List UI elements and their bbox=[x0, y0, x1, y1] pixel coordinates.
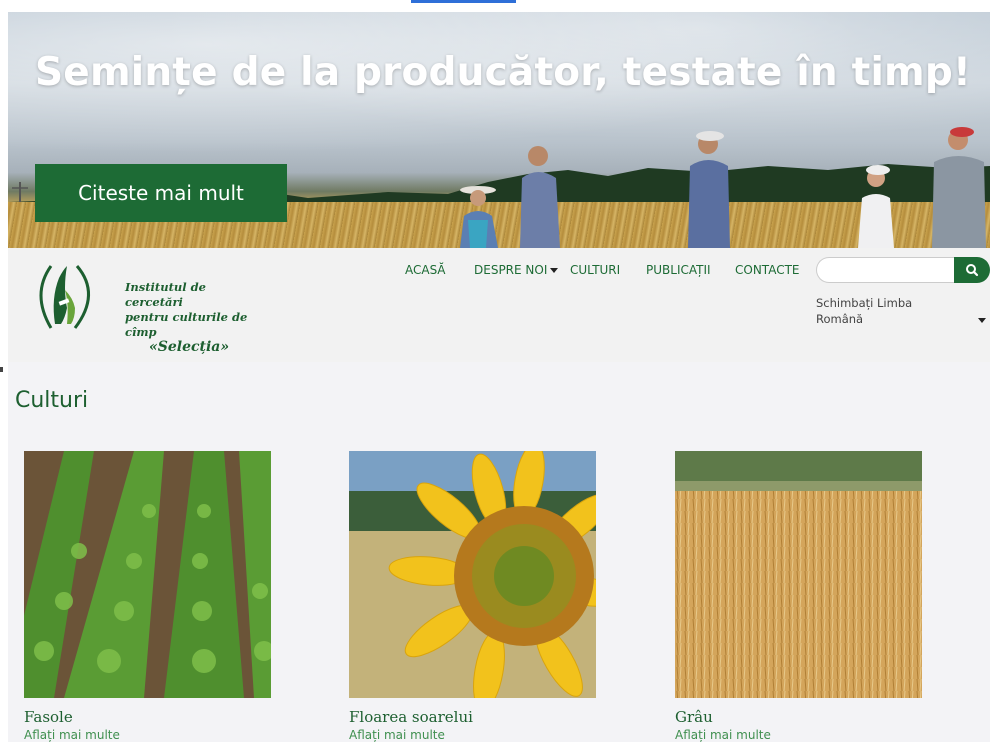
read-more-button[interactable]: Citeste mai mult bbox=[35, 164, 287, 222]
search-input[interactable] bbox=[816, 257, 961, 283]
search-button[interactable] bbox=[954, 257, 990, 283]
crop-name[interactable]: Floarea soarelui bbox=[349, 708, 596, 726]
logo-line-3: «Selecția» bbox=[149, 339, 230, 355]
crop-image-fasole[interactable] bbox=[24, 451, 271, 698]
search-form bbox=[816, 257, 990, 283]
nav-item-label: DESPRE NOI bbox=[474, 263, 548, 277]
search-icon bbox=[966, 264, 979, 277]
language-select[interactable]: Română bbox=[816, 312, 990, 330]
language-label: Schimbați Limba bbox=[816, 296, 913, 310]
crop-image-floarea-soarelui[interactable] bbox=[349, 451, 596, 698]
logo-text: Institutul de cercetări pentru culturile… bbox=[125, 280, 259, 355]
top-accent-line bbox=[411, 0, 516, 3]
main-content: Culturi Fasole Aflați mai multe Floarea … bbox=[8, 362, 990, 742]
crop-image-grau[interactable] bbox=[675, 451, 922, 698]
chevron-down-icon bbox=[550, 268, 559, 273]
crop-name[interactable]: Grâu bbox=[675, 708, 922, 726]
hero-headline: Semințe de la producător, testate în tim… bbox=[35, 50, 971, 95]
site-header: Institutul de cercetări pentru culturile… bbox=[8, 248, 990, 362]
crop-card-fasole: Fasole Aflați mai multe bbox=[24, 451, 271, 742]
learn-more-link[interactable]: Aflați mai multe bbox=[349, 728, 596, 742]
nav-item-contacte[interactable]: CONTACTE bbox=[735, 263, 800, 277]
left-edge-mark bbox=[0, 367, 3, 372]
site-logo[interactable]: Institutul de cercetări pentru culturile… bbox=[29, 258, 259, 355]
learn-more-link[interactable]: Aflați mai multe bbox=[675, 728, 922, 742]
crop-card-floarea-soarelui: Floarea soarelui Aflați mai multe bbox=[349, 451, 596, 742]
nav-item-culturi[interactable]: CULTURI bbox=[570, 263, 620, 277]
logo-emblem-icon bbox=[39, 265, 90, 329]
nav-item-despre-noi[interactable]: DESPRE NOI bbox=[474, 263, 559, 277]
crop-name[interactable]: Fasole bbox=[24, 708, 271, 726]
learn-more-link[interactable]: Aflați mai multe bbox=[24, 728, 271, 742]
chevron-down-icon bbox=[978, 318, 986, 323]
hero-people bbox=[460, 127, 986, 248]
nav-item-acasa[interactable]: ACASĂ bbox=[405, 263, 445, 277]
nav-item-publicatii[interactable]: PUBLICAȚII bbox=[646, 263, 711, 277]
logo-line-2: pentru culturile de cîmp bbox=[125, 310, 248, 339]
hero-banner: Semințe de la producător, testate în tim… bbox=[8, 12, 990, 248]
logo-line-1: Institutul de cercetări bbox=[125, 280, 206, 309]
page-title: Culturi bbox=[15, 388, 89, 413]
language-selected: Română bbox=[816, 312, 864, 326]
crop-card-grau: Grâu Aflați mai multe bbox=[675, 451, 922, 742]
